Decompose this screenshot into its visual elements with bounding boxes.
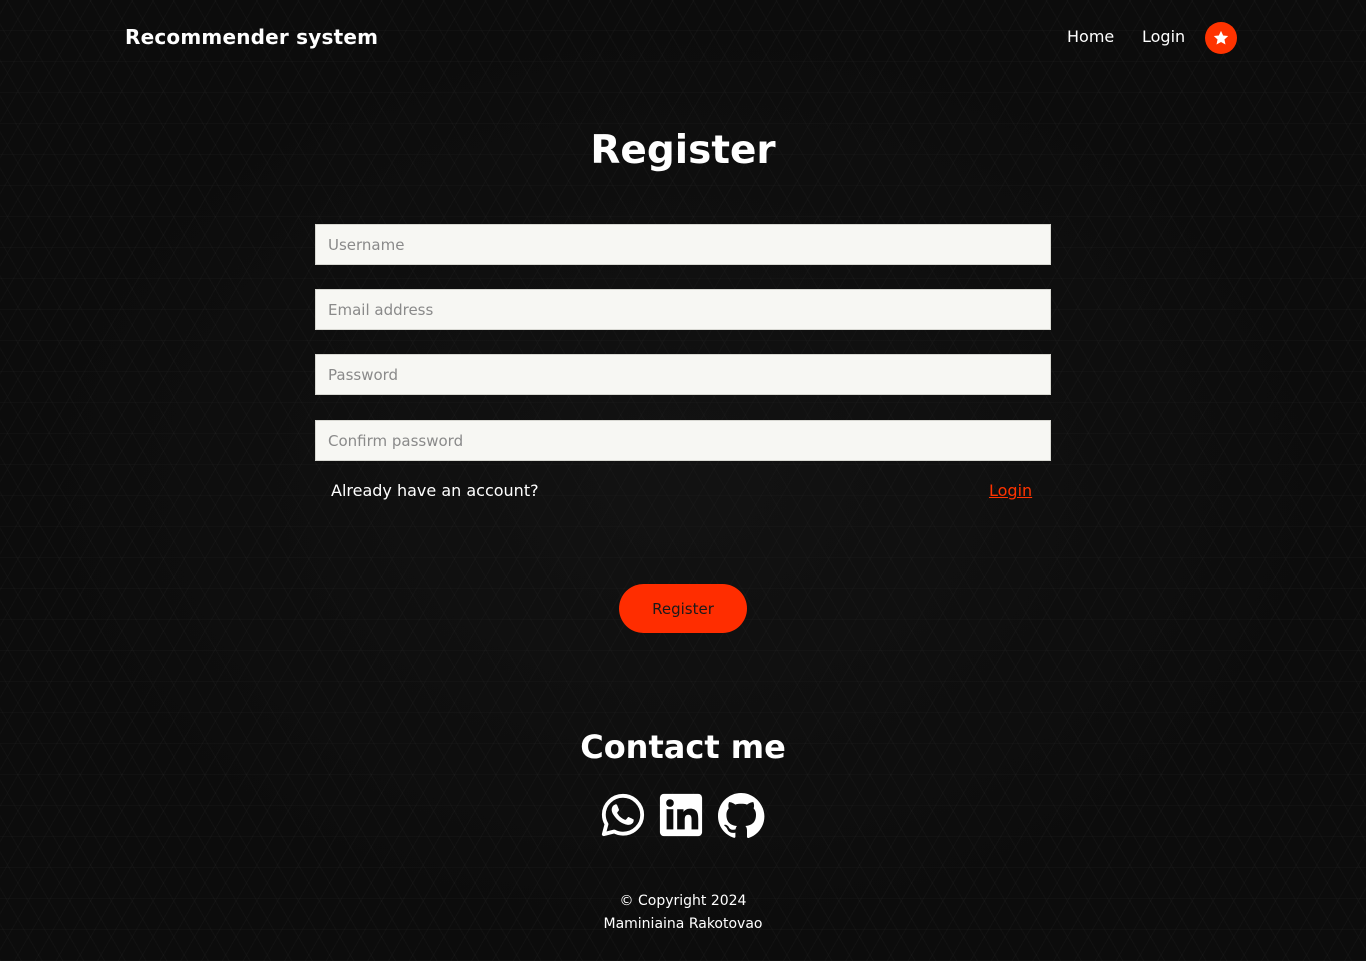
nav-home-link[interactable]: Home (1067, 27, 1114, 46)
linkedin-icon (659, 793, 703, 837)
favorites-button[interactable] (1205, 22, 1237, 54)
github-link[interactable] (716, 792, 766, 840)
whatsapp-icon (601, 793, 645, 837)
login-link[interactable]: Login (989, 481, 1032, 500)
brand-title[interactable]: Recommender system (125, 25, 378, 49)
confirm-password-input[interactable] (315, 420, 1051, 461)
copyright-text: © Copyright 2024 (619, 893, 747, 909)
username-input[interactable] (315, 224, 1051, 265)
email-input[interactable] (315, 289, 1051, 330)
github-icon (718, 793, 765, 839)
nav-login-link[interactable]: Login (1142, 27, 1185, 46)
star-icon (1213, 30, 1229, 45)
register-button[interactable]: Register (619, 584, 747, 633)
contact-title: Contact me (580, 728, 786, 766)
linkedin-link[interactable] (658, 792, 704, 838)
already-account-text: Already have an account? (331, 481, 539, 500)
password-input[interactable] (315, 354, 1051, 395)
whatsapp-link[interactable] (600, 792, 646, 838)
page-title: Register (590, 128, 776, 173)
navbar: Recommender system Home Login (0, 0, 1366, 76)
author-name: Maminiaina Rakotovao (603, 916, 763, 932)
